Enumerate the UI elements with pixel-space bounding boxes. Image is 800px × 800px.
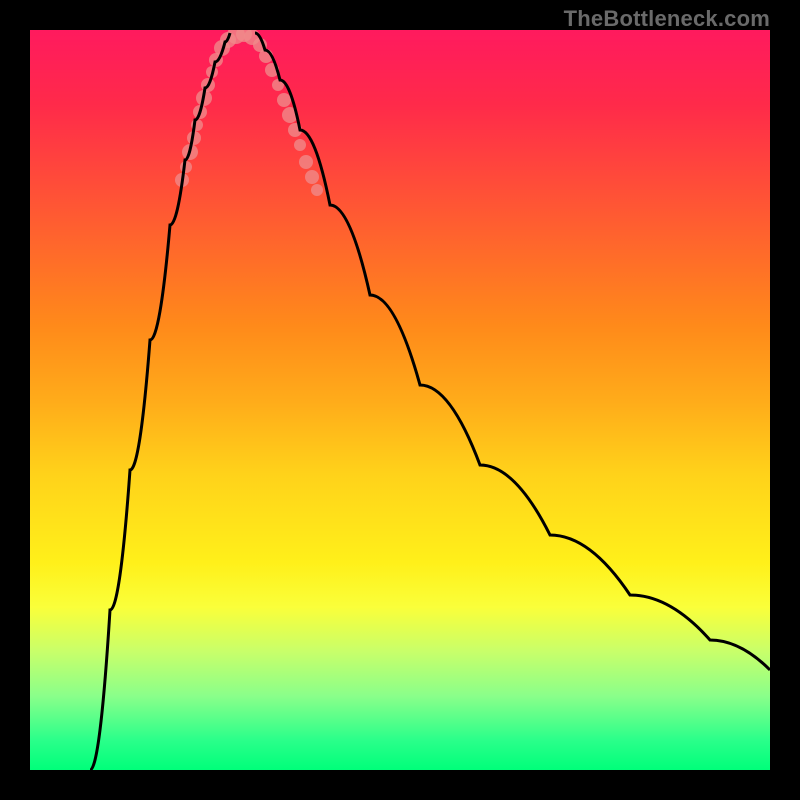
data-marker [305, 170, 319, 184]
data-marker [294, 139, 306, 151]
curves-svg [30, 30, 770, 770]
data-marker [277, 93, 291, 107]
left-curve [90, 33, 230, 770]
watermark-text: TheBottleneck.com [564, 6, 770, 32]
marker-group [175, 30, 323, 196]
data-marker [311, 184, 323, 196]
right-curve [255, 33, 770, 670]
plot-area [30, 30, 770, 770]
chart-container: TheBottleneck.com [0, 0, 800, 800]
data-marker [299, 155, 313, 169]
